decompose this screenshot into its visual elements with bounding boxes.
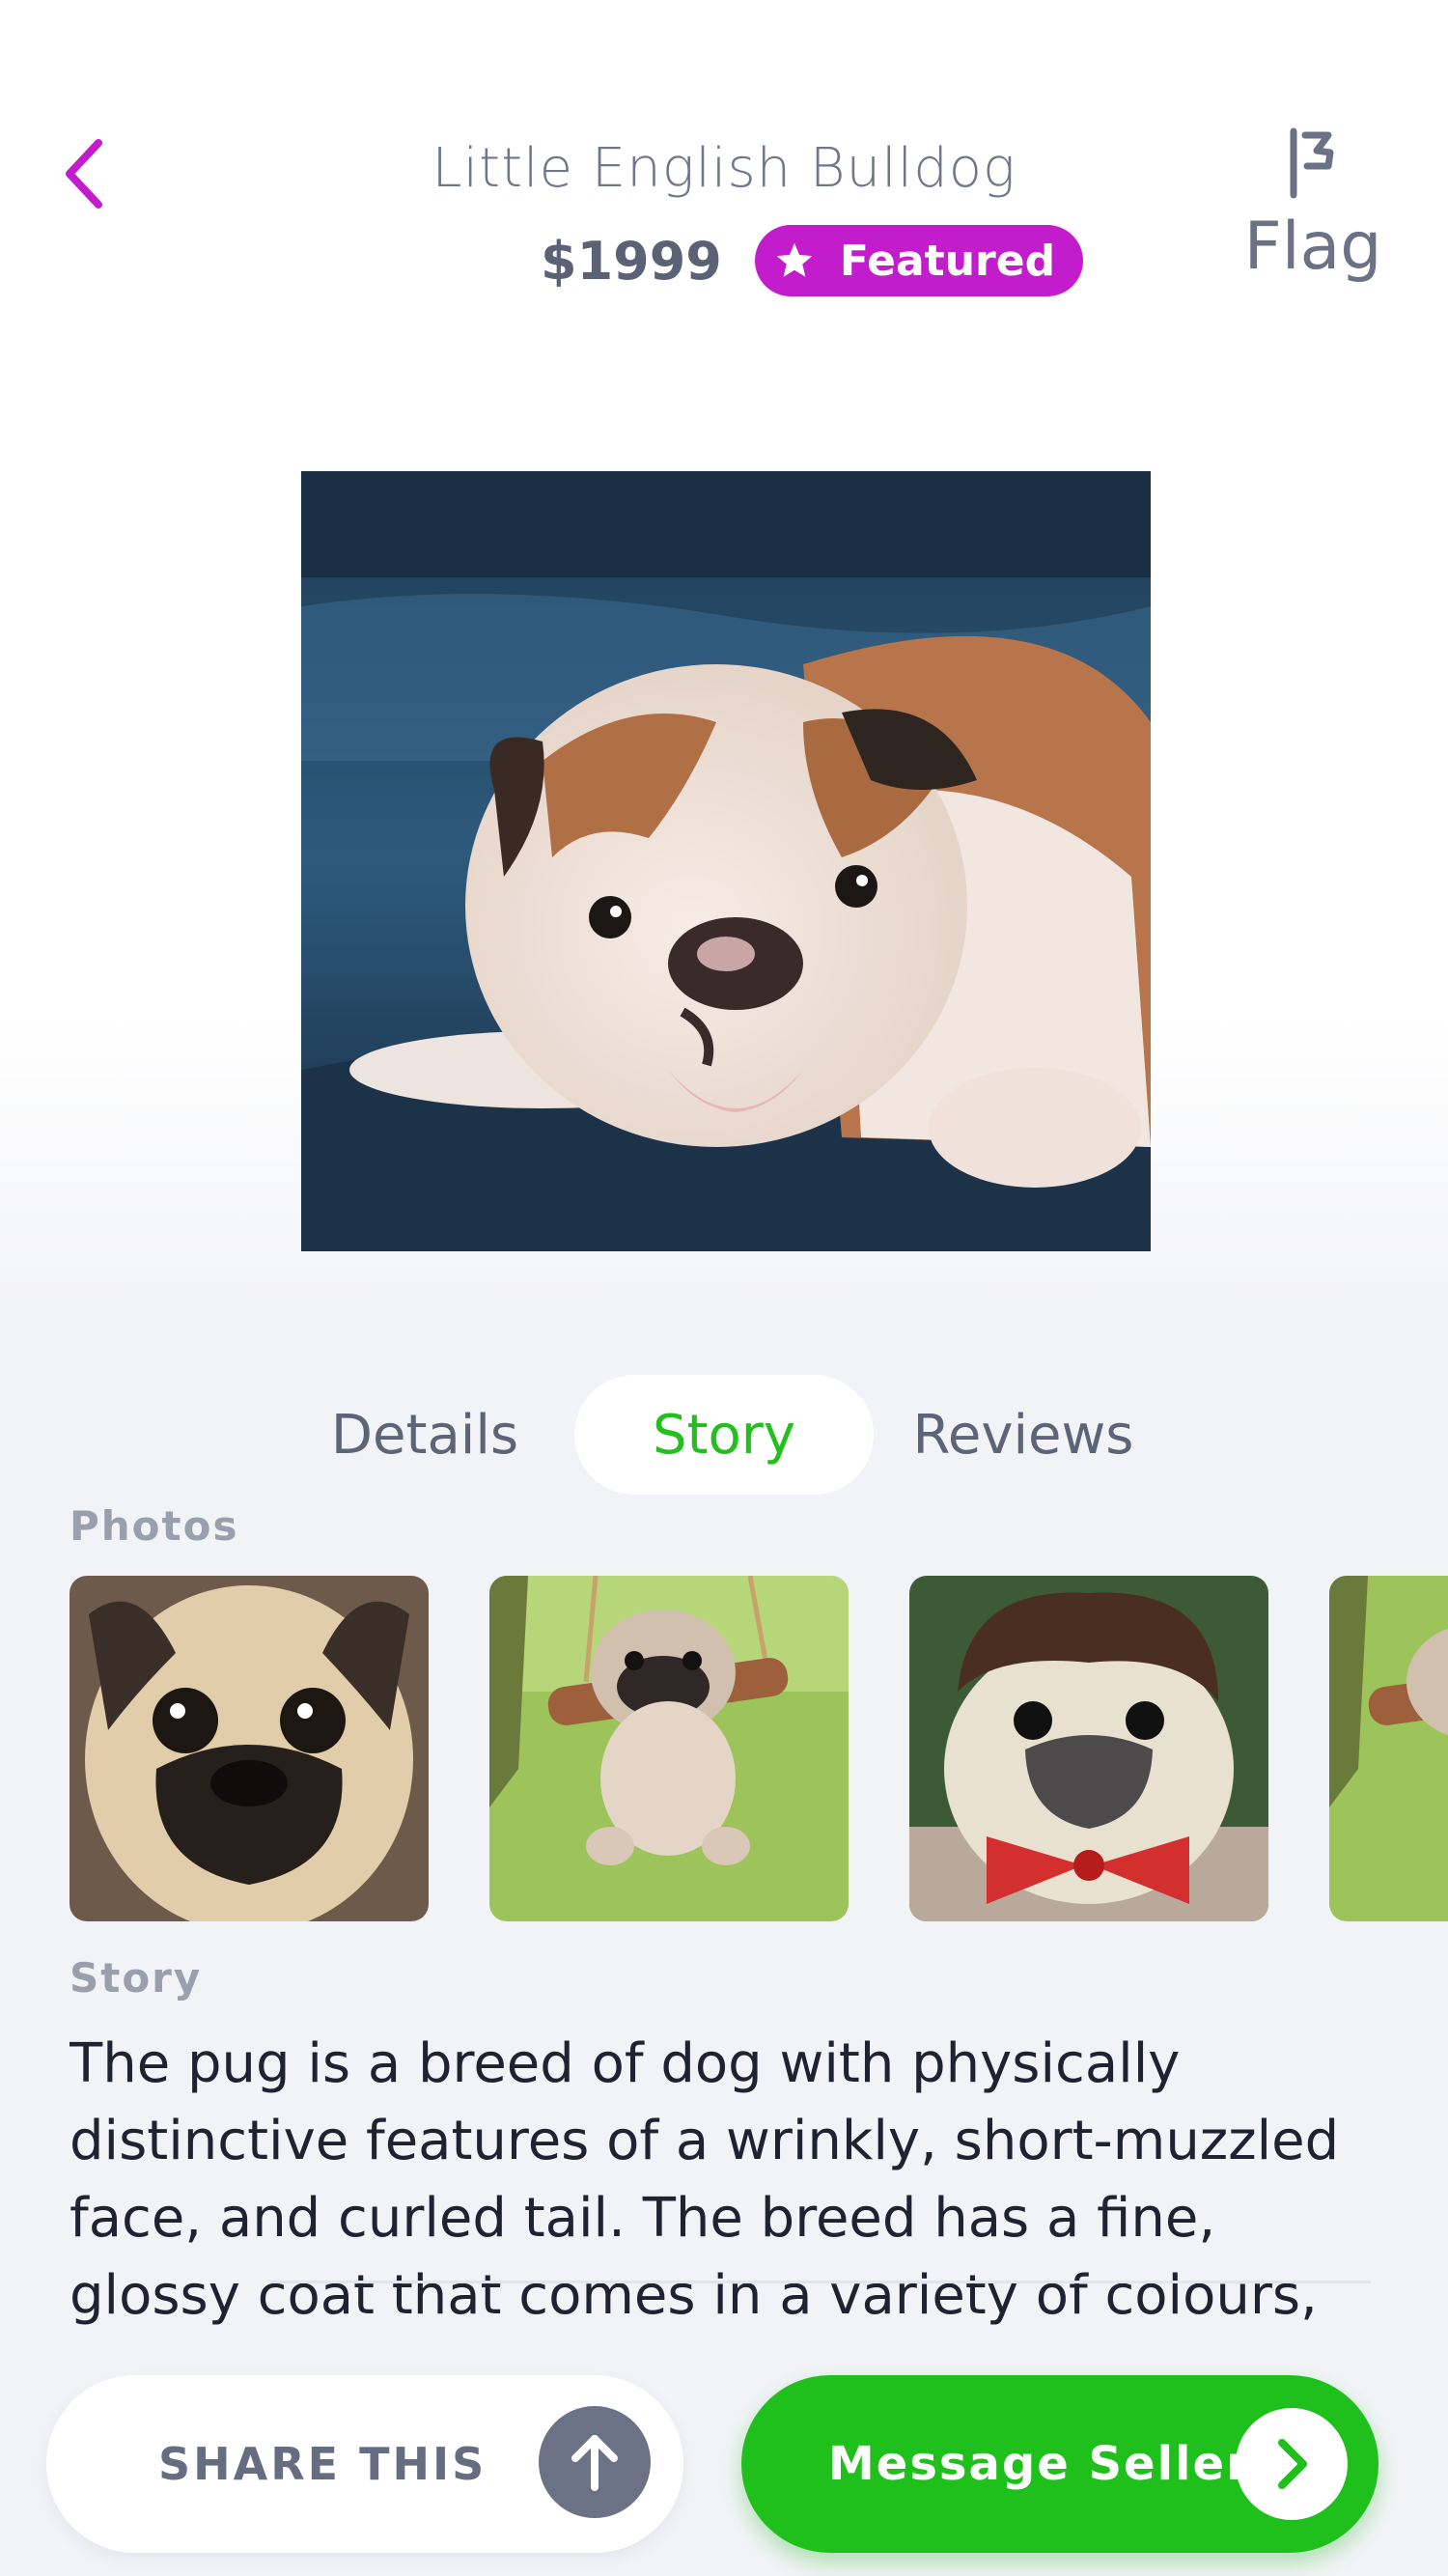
arrow-up-icon (539, 2406, 651, 2518)
star-icon (776, 242, 813, 277)
share-label: SHARE THIS (158, 2438, 487, 2490)
photo-thumbnail[interactable] (1329, 1576, 1448, 1921)
tab-reviews-label: Reviews (912, 1403, 1134, 1467)
photos-carousel[interactable] (70, 1576, 1448, 1921)
featured-label: Featured (839, 236, 1056, 286)
message-seller-label: Message Seller (828, 2437, 1251, 2491)
hero-dog-photo[interactable] (301, 471, 1151, 1251)
chevron-right-icon (1236, 2408, 1348, 2520)
tab-story[interactable]: Story (574, 1375, 874, 1495)
tab-bar: Details Story Reviews (0, 1375, 1448, 1495)
tab-story-label: Story (653, 1403, 795, 1467)
flag-icon (1290, 127, 1334, 199)
tab-reviews[interactable]: Reviews (874, 1375, 1173, 1495)
divider (270, 2281, 1371, 2283)
page-title: Little English Bulldog (432, 137, 1016, 200)
photo-thumbnail[interactable] (489, 1576, 849, 1921)
photo-thumbnail[interactable] (909, 1576, 1268, 1921)
price-row: $1999 Featured (541, 224, 1083, 297)
share-button[interactable]: SHARE THIS (46, 2375, 683, 2553)
flag-label: Flag (1243, 209, 1382, 285)
photo-thumbnail[interactable] (70, 1576, 429, 1921)
price: $1999 (541, 230, 722, 292)
tab-details-label: Details (330, 1403, 519, 1467)
photos-heading: Photos (70, 1502, 239, 1550)
story-heading: Story (70, 1954, 203, 2002)
flag-button[interactable]: Flag (1236, 127, 1390, 285)
message-seller-button[interactable]: Message Seller (741, 2375, 1378, 2553)
featured-badge: Featured (754, 225, 1083, 296)
tab-details[interactable]: Details (275, 1375, 574, 1495)
